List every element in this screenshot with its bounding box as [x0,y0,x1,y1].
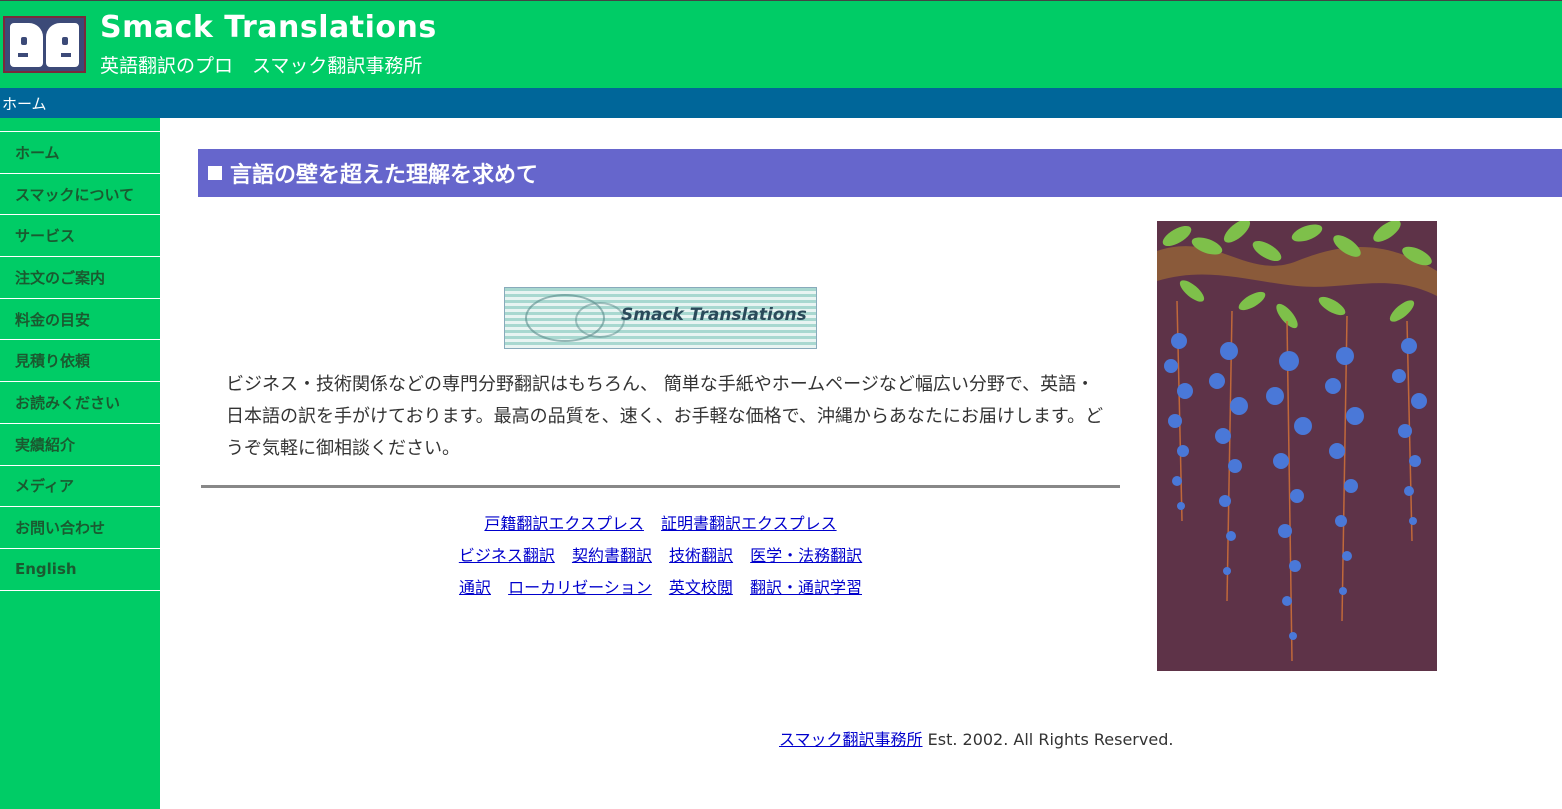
square-bullet-icon [208,166,222,180]
logo-faces-icon[interactable] [3,16,86,73]
wisteria-illustration [1157,221,1437,671]
link-certificate-express[interactable]: 証明書翻訳エクスプレス [661,514,837,533]
site-subtitle: 英語翻訳のプロ スマック翻訳事務所 [100,55,423,77]
link-row: 戸籍翻訳エクスプレス 証明書翻訳エクスプレス [201,512,1120,544]
link-contract-translation[interactable]: 契約書翻訳 [572,546,652,565]
wisteria-image [1157,221,1437,671]
link-technical-translation[interactable]: 技術翻訳 [669,546,733,565]
sidebar-item-achievements[interactable]: 実績紹介 [0,424,160,466]
smack-banner-image: Smack Translations [504,287,817,349]
sidebar-item-english[interactable]: English [0,549,160,591]
sidebar-menu: ホーム スマックについて サービス 注文のご案内 料金の目安 見積り依頼 お読み… [0,131,160,591]
section-heading-text: 言語の壁を超えた理解を求めて [230,163,539,188]
link-medical-legal-translation[interactable]: 医学・法務翻訳 [750,546,862,565]
sidebar-item-services[interactable]: サービス [0,215,160,258]
intro-text: ビジネス・技術関係などの専門分野翻訳はもちろん、 簡単な手紙やホームページなど幅… [226,374,1104,459]
sidebar-item-contact[interactable]: お問い合わせ [0,507,160,549]
footer-company-link[interactable]: スマック翻訳事務所 [779,730,923,749]
service-links: 戸籍翻訳エクスプレス 証明書翻訳エクスプレス ビジネス翻訳 契約書翻訳 技術翻訳… [201,512,1120,608]
site-title: Smack Translations [100,10,437,45]
sidebar-item-pricing[interactable]: 料金の目安 [0,299,160,341]
breadcrumb: ホーム [2,95,47,113]
link-interpretation[interactable]: 通訳 [459,578,491,597]
sidebar: ホーム スマックについて サービス 注文のご案内 料金の目安 見積り依頼 お読み… [0,118,160,809]
link-koseki-express[interactable]: 戸籍翻訳エクスプレス [484,514,644,533]
sidebar-item-please-read[interactable]: お読みください [0,382,160,424]
footer-copyright: Est. 2002. All Rights Reserved. [922,730,1174,749]
link-localization[interactable]: ローカリゼーション [508,578,652,597]
link-row: ビジネス翻訳 契約書翻訳 技術翻訳 医学・法務翻訳 [201,544,1120,576]
sidebar-item-media[interactable]: メディア [0,466,160,508]
sidebar-item-ordering[interactable]: 注文のご案内 [0,257,160,299]
divider [201,485,1120,488]
site-header: Smack Translations 英語翻訳のプロ スマック翻訳事務所 [0,0,1562,88]
sidebar-item-quote[interactable]: 見積り依頼 [0,340,160,383]
sidebar-item-about[interactable]: スマックについて [0,174,160,216]
link-business-translation[interactable]: ビジネス翻訳 [459,546,555,565]
link-translation-study[interactable]: 翻訳・通訳学習 [750,578,862,597]
link-row: 通訳 ローカリゼーション 英文校閲 翻訳・通訳学習 [201,576,1120,608]
banner-text: Smack Translations [621,305,807,325]
breadcrumb-bar: ホーム [0,88,1562,118]
section-heading: 言語の壁を超えた理解を求めて [198,149,1562,197]
link-proofreading[interactable]: 英文校閲 [669,578,733,597]
sidebar-item-home[interactable]: ホーム [0,132,160,174]
footer: スマック翻訳事務所 Est. 2002. All Rights Reserved… [779,726,1173,750]
